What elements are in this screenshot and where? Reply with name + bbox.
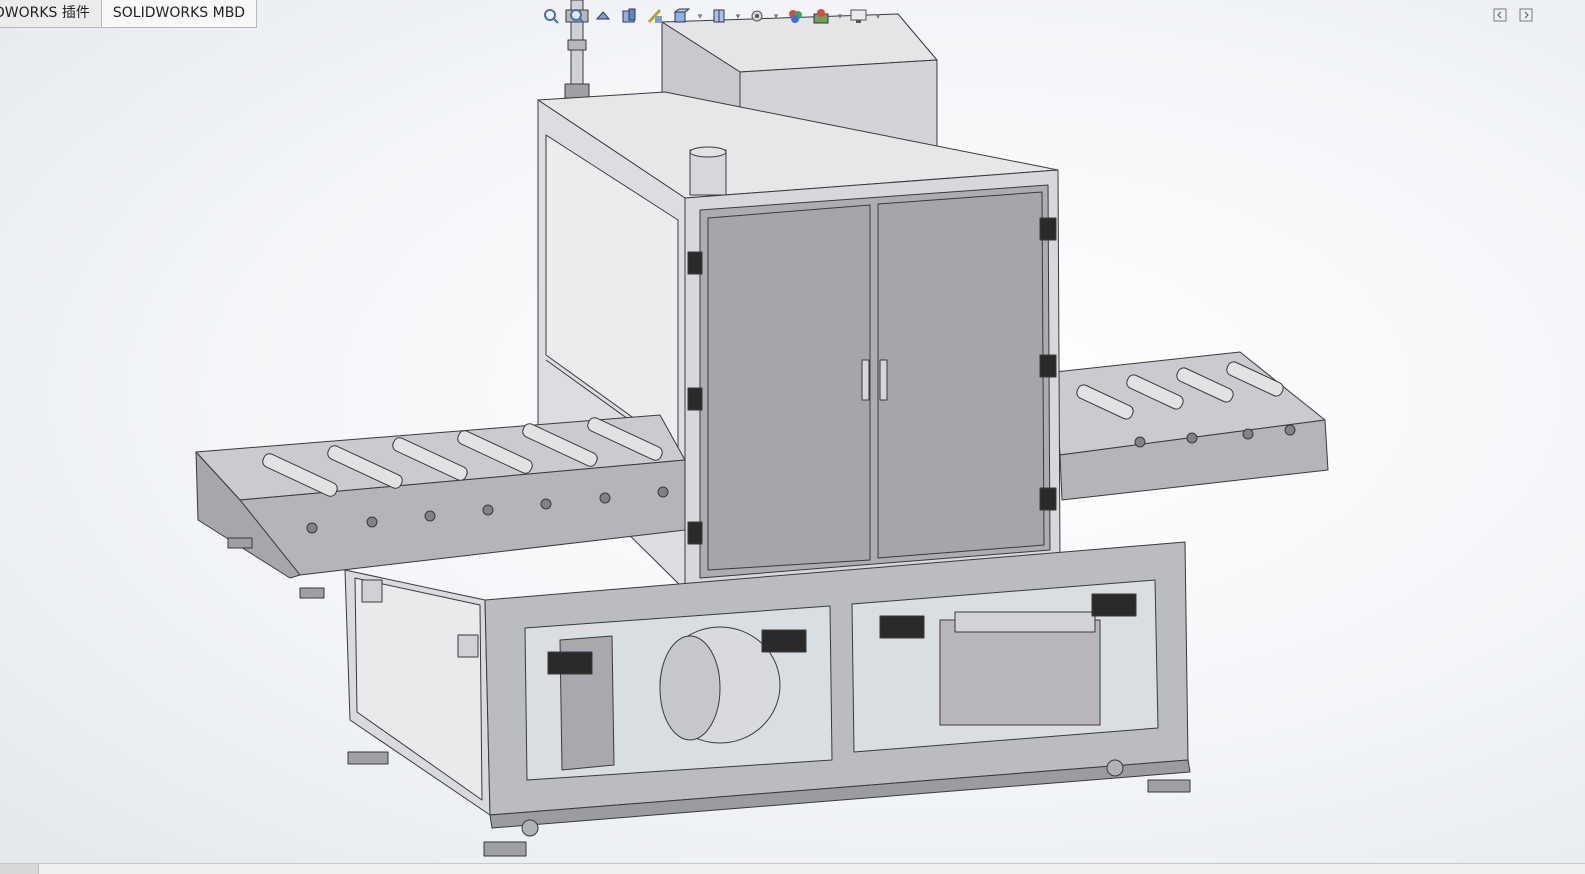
hide-show-items-icon[interactable]	[746, 5, 768, 27]
chevron-down-icon[interactable]: ▾	[874, 11, 882, 22]
chevron-down-icon[interactable]: ▾	[696, 11, 704, 22]
tab-solidworks-addins[interactable]: DWORKS 插件	[0, 0, 102, 28]
edit-appearance-icon[interactable]	[784, 5, 806, 27]
left-conveyor	[195, 414, 686, 599]
command-manager-tabs: DWORKS 插件 SOLIDWORKS MBD	[0, 0, 258, 28]
dynamic-annotation-icon[interactable]	[644, 5, 666, 27]
view-orientation-icon[interactable]	[670, 5, 692, 27]
right-conveyor	[1054, 351, 1329, 501]
view-settings-icon[interactable]	[848, 5, 870, 27]
chevron-down-icon[interactable]: ▾	[836, 11, 844, 22]
chevron-down-icon[interactable]: ▾	[772, 11, 780, 22]
model-viewport[interactable]	[0, 0, 1585, 874]
tab-solidworks-mbd[interactable]: SOLIDWORKS MBD	[101, 0, 258, 28]
zoom-to-fit-icon[interactable]	[540, 5, 562, 27]
status-bar	[0, 863, 1585, 874]
status-bar-block	[0, 864, 39, 874]
apply-scene-icon[interactable]	[810, 5, 832, 27]
display-style-icon[interactable]	[708, 5, 730, 27]
heads-up-view-toolbar: ▾ ▾ ▾ ▾ ▾	[540, 4, 882, 28]
base-cabinet	[344, 541, 1191, 857]
expand-task-pane-icon[interactable]	[1519, 8, 1533, 22]
previous-view-icon[interactable]	[592, 5, 614, 27]
zoom-to-area-icon[interactable]	[566, 5, 588, 27]
collapse-left-pane-icon[interactable]	[1493, 8, 1507, 22]
enclosure-front	[684, 169, 1061, 591]
section-view-icon[interactable]	[618, 5, 640, 27]
chevron-down-icon[interactable]: ▾	[734, 11, 742, 22]
